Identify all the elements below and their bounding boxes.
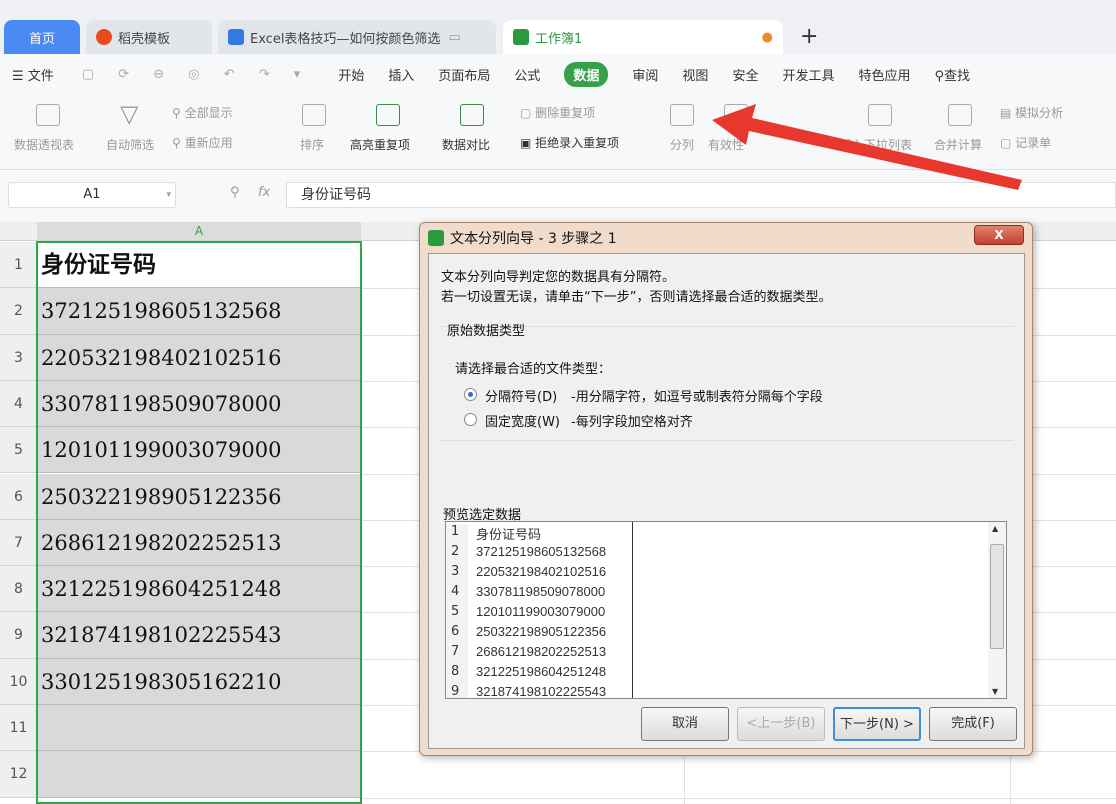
dialog-body: 文本分列向导判定您的数据具有分隔符。 若一切设置无误，请单击“下一步”，否则请选… bbox=[428, 253, 1025, 749]
preview-row-number: 5 bbox=[446, 604, 468, 624]
preview-row-value: 321874198102225543 bbox=[476, 684, 607, 699]
preview-row-value: 120101199003079000 bbox=[476, 604, 606, 619]
prompt-label: 请选择最合适的文件类型： bbox=[455, 362, 612, 377]
preview-row: 4 330781198509078000 bbox=[446, 584, 605, 604]
info-line-2: 若一切设置无误，请单击“下一步”，否则请选择最合适的数据类型。 bbox=[441, 290, 832, 305]
preview-row-value: 372125198605132568 bbox=[476, 544, 607, 559]
preview-row-number: 9 bbox=[446, 684, 468, 698]
scrollbar[interactable]: ▲ ▼ bbox=[988, 522, 1006, 698]
preview-row-value: 250322198905122356 bbox=[476, 624, 607, 639]
preview-row: 7 268612198202252513 bbox=[446, 644, 606, 664]
preview-row: 1 身份证号码 bbox=[446, 524, 541, 544]
preview-row-value: 身份证号码 bbox=[476, 527, 542, 542]
scrollbar-thumb[interactable] bbox=[990, 544, 1004, 649]
text-to-columns-dialog: 文本分列向导 - 3 步骤之 1 X 文本分列向导判定您的数据具有分隔符。 若一… bbox=[419, 222, 1033, 756]
back-button[interactable]: <上一步(B) bbox=[737, 707, 825, 741]
delimited-label[interactable]: 分隔符号(D) bbox=[485, 386, 557, 405]
wps-sheet-icon bbox=[428, 230, 444, 246]
red-arrow-icon bbox=[712, 104, 1022, 190]
preview-row: 9 321874198102225543 bbox=[446, 684, 607, 699]
preview-pane[interactable]: ▲ ▼ 1 身份证号码 2 372125198605132568 3 2205321984… bbox=[445, 521, 1007, 699]
preview-row-number: 8 bbox=[446, 664, 468, 684]
column-break-line bbox=[632, 522, 633, 698]
group-label: 原始数据类型 bbox=[447, 324, 526, 339]
preview-row-value: 268612198202252513 bbox=[476, 644, 607, 659]
preview-row-value: 321225198604251248 bbox=[476, 664, 607, 679]
preview-row: 5 120101199003079000 bbox=[446, 604, 605, 624]
preview-row-number: 7 bbox=[446, 644, 468, 664]
preview-row-number: 4 bbox=[446, 584, 468, 604]
delimited-radio[interactable] bbox=[464, 388, 477, 401]
preview-row-value: 220532198402102516 bbox=[476, 564, 607, 579]
preview-row-number: 6 bbox=[446, 624, 468, 644]
info-line-1: 文本分列向导判定您的数据具有分隔符。 bbox=[441, 270, 676, 285]
preview-row: 3 220532198402102516 bbox=[446, 564, 606, 584]
preview-row-number: 2 bbox=[446, 544, 468, 564]
dialog-title: 文本分列向导 - 3 步骤之 1 bbox=[428, 228, 617, 248]
preview-row: 8 321225198604251248 bbox=[446, 664, 606, 684]
fixed-width-label[interactable]: 固定宽度(W) bbox=[485, 411, 560, 430]
next-button[interactable]: 下一步(N) > bbox=[833, 707, 921, 741]
finish-button[interactable]: 完成(F) bbox=[929, 707, 1017, 741]
fixed-width-radio[interactable] bbox=[464, 413, 477, 426]
preview-row-value: 330781198509078000 bbox=[476, 584, 606, 599]
preview-row-number: 1 bbox=[446, 524, 468, 544]
scroll-down-icon[interactable]: ▼ bbox=[992, 687, 998, 696]
preview-row: 2 372125198605132568 bbox=[446, 544, 606, 564]
preview-row-number: 3 bbox=[446, 564, 468, 584]
fixed-width-desc: -每列字段加空格对齐 bbox=[571, 415, 693, 430]
preview-row: 6 250322198905122356 bbox=[446, 624, 606, 644]
close-button[interactable]: X bbox=[974, 225, 1024, 245]
delimited-desc: -用分隔字符，如逗号或制表符分隔每个字段 bbox=[571, 390, 823, 405]
cancel-button[interactable]: 取消 bbox=[641, 707, 729, 741]
scroll-up-icon[interactable]: ▲ bbox=[992, 524, 998, 533]
